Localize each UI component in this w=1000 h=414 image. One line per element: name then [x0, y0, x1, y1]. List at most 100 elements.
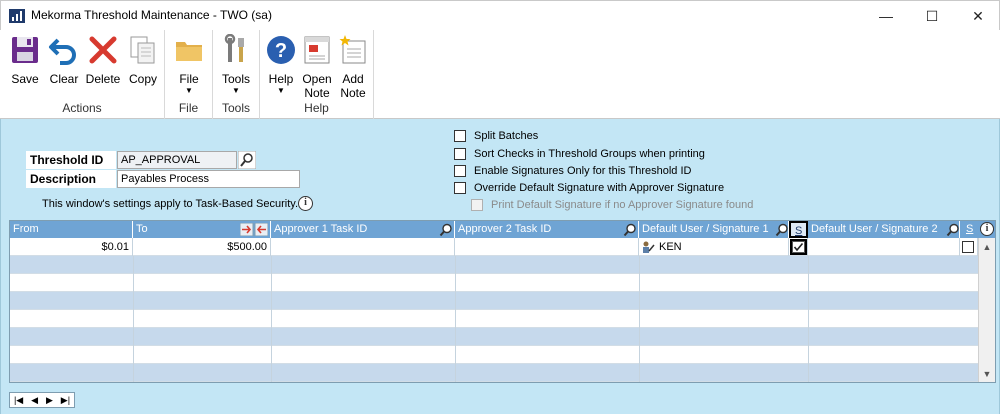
actions-group-label: Actions — [62, 101, 102, 115]
undo-icon — [49, 38, 76, 65]
option-split-batches[interactable]: Split Batches — [454, 128, 538, 144]
header-default-sig2: Default User / Signature 2 — [808, 221, 960, 238]
chevron-down-icon: ▼ — [232, 86, 240, 95]
actions-group: Save Clear Delete Copy Actions — [0, 30, 165, 119]
grid-header: From To Approver 1 Task ID Approver 2 Ta… — [10, 221, 995, 238]
table-row[interactable] — [10, 328, 978, 346]
delete-button[interactable]: Delete — [84, 34, 122, 86]
s2-checkbox[interactable] — [962, 241, 974, 253]
file-group: File ▼ File — [165, 30, 213, 119]
option-print-default-signature: Print Default Signature if no Approver S… — [471, 197, 753, 213]
grid-info-icon[interactable]: i — [980, 222, 994, 236]
open-note-icon — [304, 36, 330, 64]
table-row[interactable] — [10, 256, 978, 274]
table-row[interactable] — [10, 310, 978, 328]
delete-x-icon — [89, 36, 117, 64]
chevron-down-icon: ▼ — [277, 86, 285, 95]
table-row[interactable] — [10, 292, 978, 310]
cell-s2[interactable] — [960, 238, 978, 256]
threshold-id-input[interactable]: AP_APPROVAL — [117, 151, 237, 169]
approver1-lookup-icon[interactable] — [439, 223, 453, 237]
app-icon — [9, 9, 25, 23]
file-group-label: File — [178, 101, 199, 115]
checkbox[interactable] — [454, 130, 466, 142]
threshold-id-label: Threshold ID — [26, 151, 116, 169]
sig1-lookup-icon[interactable] — [775, 223, 789, 237]
cell-sig1[interactable]: KEN — [639, 238, 789, 256]
save-icon — [12, 37, 38, 63]
window-title: Mekorma Threshold Maintenance - TWO (sa) — [31, 8, 272, 22]
table-row[interactable] — [10, 346, 978, 364]
help-icon: ? — [267, 36, 295, 64]
option-sort-checks[interactable]: Sort Checks in Threshold Groups when pri… — [454, 146, 705, 162]
s1-checkbox[interactable] — [790, 239, 807, 255]
header-from: From — [10, 221, 133, 238]
header-s1[interactable]: S — [789, 221, 808, 238]
approver2-lookup-icon[interactable] — [623, 223, 637, 237]
tools-group-label: Tools — [221, 101, 250, 115]
clear-button[interactable]: Clear — [47, 34, 81, 86]
copy-icon — [130, 36, 155, 64]
option-enable-signatures[interactable]: Enable Signatures Only for this Threshol… — [454, 163, 691, 179]
first-record-button[interactable]: |◀ — [14, 395, 23, 406]
grid-scrollbar[interactable]: ▲ ▼ — [978, 238, 995, 382]
column-divider — [808, 256, 809, 382]
table-row[interactable] — [10, 274, 978, 292]
next-record-button[interactable]: ▶ — [46, 395, 53, 406]
checkbox[interactable] — [454, 182, 466, 194]
checkbox[interactable] — [454, 165, 466, 177]
scroll-down-icon[interactable]: ▼ — [979, 367, 995, 381]
cell-sig2[interactable] — [808, 238, 960, 256]
help-group: ? Help ▼ Open Note Add Note Help — [260, 30, 374, 119]
header-default-sig1: Default User / Signature 1 — [639, 221, 789, 238]
folder-icon — [176, 42, 202, 61]
scroll-up-icon[interactable]: ▲ — [979, 240, 995, 254]
close-button[interactable]: ✕ — [955, 1, 1000, 31]
tools-icon — [224, 33, 244, 62]
ribbon: Save Clear Delete Copy Actions File ▼ Fi… — [0, 30, 1000, 119]
header-approver1: Approver 1 Task ID — [271, 221, 455, 238]
tools-menu-button[interactable]: Tools ▼ — [219, 33, 253, 95]
description-label: Description — [26, 170, 116, 188]
maximize-button[interactable]: ☐ — [909, 1, 955, 31]
user-signature-icon — [643, 241, 655, 253]
help-menu-button[interactable]: ? Help ▼ — [264, 34, 298, 95]
header-s2[interactable]: S — [962, 221, 978, 238]
save-button[interactable]: Save — [8, 34, 42, 86]
title-bar: Mekorma Threshold Maintenance - TWO (sa)… — [0, 0, 1000, 30]
cell-approver1[interactable] — [271, 238, 455, 256]
file-menu-button[interactable]: File ▼ — [172, 34, 206, 95]
cell-s1[interactable] — [789, 238, 808, 256]
last-record-button[interactable]: ▶| — [61, 395, 70, 406]
sig2-lookup-icon[interactable] — [946, 223, 960, 237]
table-row[interactable] — [10, 364, 978, 382]
open-note-button[interactable]: Open Note — [300, 34, 334, 100]
table-row[interactable]: $0.01 $500.00 KEN — [10, 238, 978, 256]
info-icon[interactable]: i — [298, 196, 313, 211]
header-approver2: Approver 2 Task ID — [455, 221, 639, 238]
description-input[interactable]: Payables Process — [117, 170, 300, 188]
security-note: This window's settings apply to Task-Bas… — [42, 198, 299, 210]
option-override-signature[interactable]: Override Default Signature with Approver… — [454, 180, 724, 196]
minimize-button[interactable]: — — [863, 1, 909, 31]
checkmark-icon — [792, 241, 805, 253]
chevron-down-icon: ▼ — [185, 86, 193, 95]
help-group-label: Help — [304, 101, 329, 115]
form-area: Threshold ID AP_APPROVAL Description Pay… — [0, 119, 1000, 414]
svg-text:?: ? — [275, 40, 287, 62]
column-divider — [639, 256, 640, 382]
cell-from[interactable]: $0.01 — [10, 238, 133, 256]
previous-record-button[interactable]: ◀ — [31, 395, 38, 406]
column-divider — [133, 256, 134, 382]
cell-to[interactable]: $500.00 — [133, 238, 271, 256]
tools-group: Tools ▼ Tools — [213, 30, 260, 119]
threshold-grid: From To Approver 1 Task ID Approver 2 Ta… — [9, 220, 996, 383]
threshold-id-lookup-icon[interactable] — [238, 151, 256, 169]
column-divider — [455, 256, 456, 382]
cell-approver2[interactable] — [455, 238, 639, 256]
range-expand-icon[interactable] — [240, 223, 268, 236]
copy-button[interactable]: Copy — [126, 34, 160, 86]
add-note-button[interactable]: Add Note — [336, 34, 370, 100]
add-note-icon — [339, 35, 366, 64]
checkbox[interactable] — [454, 148, 466, 160]
